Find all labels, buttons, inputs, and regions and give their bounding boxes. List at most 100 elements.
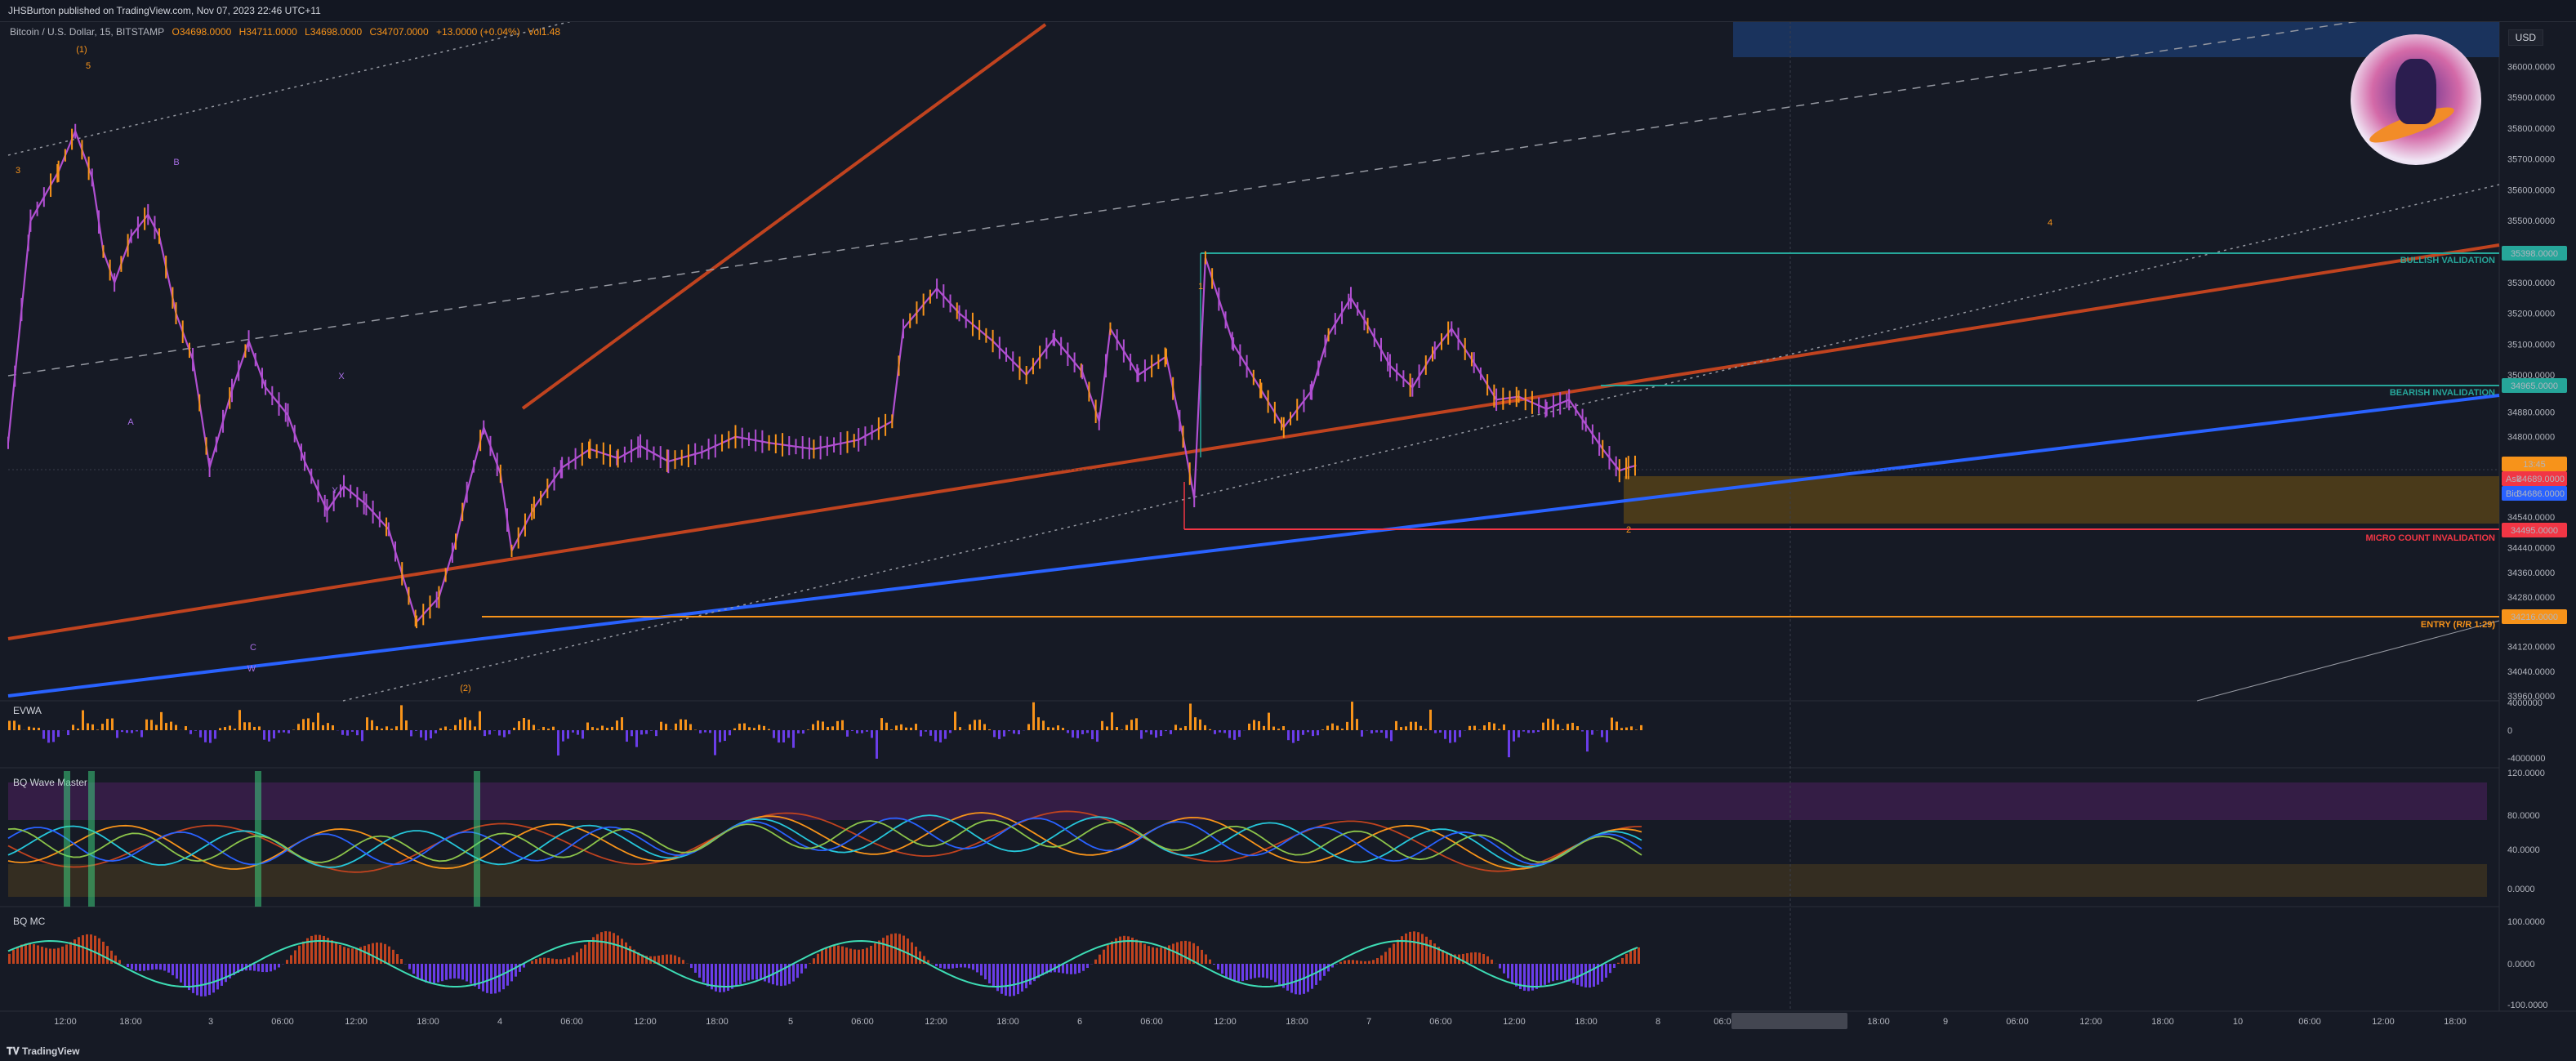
mc-bar <box>1609 964 1611 974</box>
evwa-bar <box>1282 726 1285 730</box>
mc-bar <box>715 964 717 992</box>
mc-bar <box>739 964 742 984</box>
evwa-bar <box>807 729 809 730</box>
crosshair-date-box <box>1731 1013 1847 1029</box>
mc-bar <box>163 964 166 971</box>
mc-bar <box>200 964 203 996</box>
evwa-bar <box>1586 730 1589 752</box>
tradingview-footer[interactable]: 𝐓𝐕 TradingView <box>7 1045 80 1058</box>
mc-bar <box>564 958 566 964</box>
price-axis-tick: 34440.0000 <box>2507 544 2555 554</box>
mc-bar <box>425 964 427 983</box>
mc-bar <box>723 964 725 992</box>
evwa-bar <box>1228 730 1231 738</box>
mc-bar <box>502 964 505 990</box>
time-axis-tick: 18:00 <box>1286 1017 1308 1027</box>
evwa-bar <box>351 730 354 732</box>
evwa-bar <box>797 730 800 733</box>
evwa-bar <box>430 730 432 739</box>
evwa-bar <box>611 726 613 730</box>
mc-bar <box>543 957 546 964</box>
wave-label: 1 <box>1198 282 1203 292</box>
countdown-text: 13:45 <box>2523 460 2546 470</box>
mc-bar <box>551 958 554 964</box>
evwa-bar <box>861 730 863 733</box>
evwa-bar <box>287 730 290 733</box>
price-tag-bearish-text: 34965.0000 <box>2511 381 2558 391</box>
mc-bar <box>1364 961 1366 964</box>
mc-bar <box>310 935 313 964</box>
mc-bar <box>1388 947 1391 964</box>
wave-label: 2 <box>1626 525 1631 535</box>
mc-bar <box>441 964 443 982</box>
price-tag-ask[interactable]: Ask 34689.0000 <box>2502 471 2567 486</box>
mc-bar <box>437 964 439 983</box>
evwa-bar <box>1057 725 1059 730</box>
evwa-bar <box>1047 727 1050 730</box>
evwa-bar <box>719 730 721 742</box>
mc-bar <box>960 964 962 968</box>
mc-bar <box>1258 964 1260 978</box>
wave-line <box>7 817 1642 866</box>
symbol-name[interactable]: Bitcoin / U.S. Dollar, 15, BITSTAMP <box>10 26 164 38</box>
evwa-bar <box>792 730 795 748</box>
mc-bar <box>698 964 701 978</box>
mc-bar <box>1491 959 1493 964</box>
evwa-bar <box>582 730 584 739</box>
mc-bar <box>106 946 109 964</box>
mc-bar <box>1335 964 1338 965</box>
mc-bar <box>1344 960 1346 964</box>
evwa-bar <box>934 730 937 742</box>
mc-bar <box>833 945 836 964</box>
mc-bar <box>817 953 819 964</box>
evwa-bar <box>1292 730 1295 743</box>
evwa-bar <box>1179 728 1182 730</box>
mc-bar <box>486 964 488 993</box>
mc-bar <box>355 947 358 964</box>
price-tag-bid[interactable]: Bid 34686.0000 <box>2502 486 2567 501</box>
time-axis[interactable]: 12:00 18:00 3 06:00 12:00 18:00 4 06:00 12:00 18:… <box>54 1017 2467 1027</box>
mc-bar <box>604 931 607 964</box>
chart-canvas[interactable]: BULLISH VALIDATION BEARISH INVALIDATION … <box>0 0 2576 1061</box>
mc-bar <box>625 942 627 964</box>
mc-bar <box>25 943 27 964</box>
evwa-bar <box>1449 730 1451 743</box>
evwa-bar <box>1616 721 1618 730</box>
mc-bar <box>225 964 227 983</box>
evwa-bar <box>1493 723 1495 730</box>
mc-bar <box>1417 932 1419 964</box>
time-axis-tick: 18:00 <box>2151 1017 2174 1027</box>
mc-bar <box>1478 952 1481 964</box>
currency-button[interactable]: USD <box>2507 29 2543 46</box>
symbol-legend[interactable]: Bitcoin / U.S. Dollar, 15, BITSTAMP O346… <box>10 26 565 38</box>
evwa-bar <box>1361 730 1363 737</box>
mc-bar <box>1025 964 1027 988</box>
mc-bar <box>580 948 582 964</box>
price-tag-entry: 34216.0000 <box>2502 609 2567 624</box>
evwa-bar <box>366 717 368 730</box>
mc-bar <box>1413 931 1415 964</box>
evwa-bar <box>1390 730 1393 742</box>
evwa-bar <box>224 727 226 730</box>
evwa-bar <box>1165 730 1167 732</box>
evwa-bar <box>444 726 447 730</box>
mc-bar <box>809 963 811 964</box>
evwa-bar <box>189 730 192 734</box>
time-axis-tick: 18:00 <box>1575 1017 1598 1027</box>
mc-bar <box>216 964 219 990</box>
mc-bar <box>396 954 399 964</box>
price-tag-micro: 34495.0000 <box>2502 523 2567 537</box>
evwa-bar <box>763 725 765 730</box>
mc-bar <box>147 964 149 970</box>
mc-bar <box>1246 964 1248 980</box>
evwa-bar <box>346 730 349 736</box>
time-axis-tick: 06:00 <box>560 1017 583 1027</box>
evwa-bar <box>1072 730 1074 738</box>
close-value: C34707.0000 <box>369 26 429 38</box>
evwa-bar <box>136 730 138 732</box>
evwa-bar <box>542 726 545 730</box>
mc-axis-tick: -100.0000 <box>2507 1001 2548 1010</box>
mc-bar <box>535 959 537 964</box>
evwa-bar <box>1135 718 1138 730</box>
wave-axis-tick: 120.0000 <box>2507 769 2545 778</box>
